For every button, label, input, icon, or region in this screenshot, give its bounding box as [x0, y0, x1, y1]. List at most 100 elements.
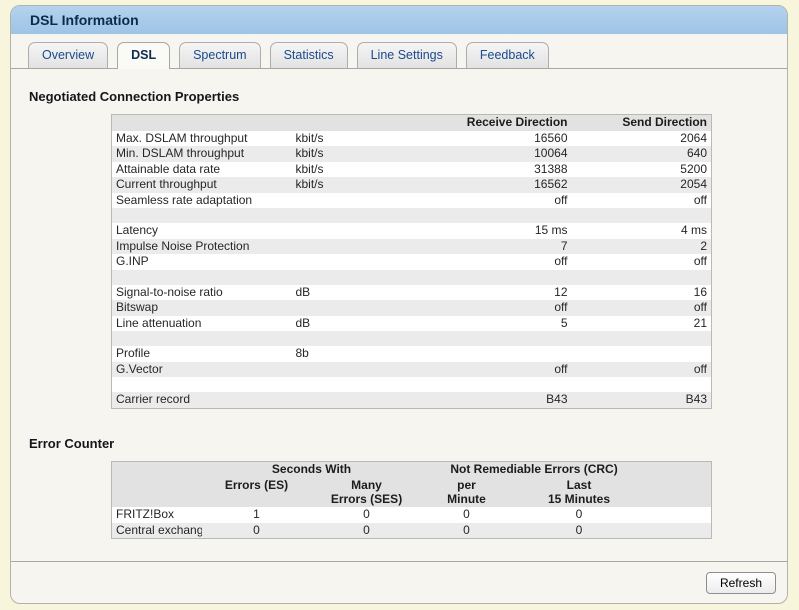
cell-unit: 8b	[292, 346, 397, 362]
header-receive-direction: Receive Direction	[397, 115, 572, 131]
cell-receive-value: 16562	[397, 177, 572, 193]
cell-send-value	[572, 377, 712, 392]
cell-receive-value: off	[397, 254, 572, 270]
table-row: Min. DSLAM throughputkbit/s10064640	[112, 146, 712, 162]
cell-unit: kbit/s	[292, 177, 397, 193]
column-header-per-minute: per Minute	[422, 477, 512, 507]
cell-spacer	[647, 507, 712, 523]
cell-unit	[292, 300, 397, 316]
tab-line-settings[interactable]: Line Settings	[357, 42, 457, 68]
cell-unit: kbit/s	[292, 131, 397, 147]
cell-property-name: Carrier record	[112, 392, 292, 408]
table-row: Seamless rate adaptationoffoff	[112, 193, 712, 209]
cell-send-value: 16	[572, 285, 712, 301]
cell-receive-value: off	[397, 193, 572, 209]
cell-unit	[292, 208, 397, 223]
cell-device-name: Central exchange	[112, 523, 202, 539]
tab-overview[interactable]: Overview	[28, 42, 108, 68]
cell-receive-value: 12	[397, 285, 572, 301]
cell-send-value: off	[572, 300, 712, 316]
cell-unit: kbit/s	[292, 162, 397, 178]
tab-spectrum[interactable]: Spectrum	[179, 42, 261, 68]
header-unit-empty	[292, 115, 397, 131]
cell-unit	[292, 270, 397, 285]
cell-property-name: Max. DSLAM throughput	[112, 131, 292, 147]
cell-errors-es: 1	[202, 507, 312, 523]
tab-panel-dsl: Negotiated Connection Properties Receive…	[11, 69, 787, 561]
group-header-crc: Not Remediable Errors (CRC)	[422, 461, 647, 477]
cell-receive-value	[397, 377, 572, 392]
column-header-errors-es: Errors (ES)	[202, 477, 312, 507]
cell-send-value	[572, 270, 712, 285]
cell-property-name: G.Vector	[112, 362, 292, 378]
column-header-last-15-minutes: Last 15 Minutes	[512, 477, 647, 507]
connection-properties-table: Receive Direction Send Direction Max. DS…	[111, 114, 712, 409]
table-row: G.Vector offoff	[112, 362, 712, 378]
cell-property-name: Attainable data rate	[112, 162, 292, 178]
cell-errors-es: 0	[202, 523, 312, 539]
cell-receive-value: off	[397, 300, 572, 316]
cell-crc-per-minute: 0	[422, 507, 512, 523]
spacer-row	[112, 270, 712, 285]
table-row: Bitswapoffoff	[112, 300, 712, 316]
cell-errors-ses: 0	[312, 507, 422, 523]
cell-unit	[292, 331, 397, 346]
tab-feedback[interactable]: Feedback	[466, 42, 549, 68]
tab-dsl[interactable]: DSL	[117, 42, 170, 69]
cell-send-value: 2054	[572, 177, 712, 193]
cell-send-value: 5200	[572, 162, 712, 178]
cell-send-value: off	[572, 254, 712, 270]
cell-receive-value: 15 ms	[397, 223, 572, 239]
cell-unit	[292, 377, 397, 392]
cell-unit	[292, 223, 397, 239]
cell-crc-last-15: 0	[512, 523, 647, 539]
cell-send-value: 640	[572, 146, 712, 162]
header-empty	[112, 477, 202, 507]
cell-receive-value: off	[397, 362, 572, 378]
header-spacer	[647, 461, 712, 477]
cell-receive-value	[397, 346, 572, 362]
table-row: G.INP offoff	[112, 254, 712, 270]
cell-property-name: G.INP	[112, 254, 292, 270]
table-row: FRITZ!Box1000	[112, 507, 712, 523]
cell-spacer	[647, 523, 712, 539]
header-send-direction: Send Direction	[572, 115, 712, 131]
table-row: Line attenuationdB521	[112, 316, 712, 332]
table-row: Signal-to-noise ratiodB1216	[112, 285, 712, 301]
cell-crc-per-minute: 0	[422, 523, 512, 539]
tab-statistics[interactable]: Statistics	[270, 42, 348, 68]
cell-receive-value: 5	[397, 316, 572, 332]
table-row: Current throughputkbit/s165622054	[112, 177, 712, 193]
refresh-button[interactable]: Refresh	[706, 572, 776, 594]
table-row: Max. DSLAM throughputkbit/s165602064	[112, 131, 712, 147]
cell-property-name: Line attenuation	[112, 316, 292, 332]
error-counter-table: Seconds With Not Remediable Errors (CRC)…	[111, 461, 712, 540]
cell-receive-value	[397, 331, 572, 346]
tab-bar: Overview DSL Spectrum Statistics Line Settin…	[11, 34, 787, 69]
cell-receive-value: 16560	[397, 131, 572, 147]
cell-device-name: FRITZ!Box	[112, 507, 202, 523]
cell-send-value: 2	[572, 239, 712, 255]
group-header-seconds-with: Seconds With	[202, 461, 422, 477]
cell-property-name: Profile	[112, 346, 292, 362]
error-table-group-header-row: Seconds With Not Remediable Errors (CRC)	[112, 461, 712, 477]
header-empty	[112, 115, 292, 131]
error-table-column-header-row: Errors (ES) Many Errors (SES) per Minute…	[112, 477, 712, 507]
cell-send-value: 2064	[572, 131, 712, 147]
spacer-row	[112, 208, 712, 223]
cell-property-name	[112, 331, 292, 346]
cell-errors-ses: 0	[312, 523, 422, 539]
table-row: Carrier record B43B43	[112, 392, 712, 408]
cell-send-value: B43	[572, 392, 712, 408]
dsl-information-window: DSL Information OverviewDSLSpectrumStati…	[10, 5, 788, 604]
cell-unit	[292, 239, 397, 255]
connection-table-header-row: Receive Direction Send Direction	[112, 115, 712, 131]
cell-property-name	[112, 208, 292, 223]
cell-property-name: Impulse Noise Protection	[112, 239, 292, 255]
table-row: Impulse Noise Protection72	[112, 239, 712, 255]
cell-send-value: 4 ms	[572, 223, 712, 239]
cell-property-name	[112, 270, 292, 285]
cell-receive-value: B43	[397, 392, 572, 408]
cell-send-value: off	[572, 362, 712, 378]
header-empty	[112, 461, 202, 477]
